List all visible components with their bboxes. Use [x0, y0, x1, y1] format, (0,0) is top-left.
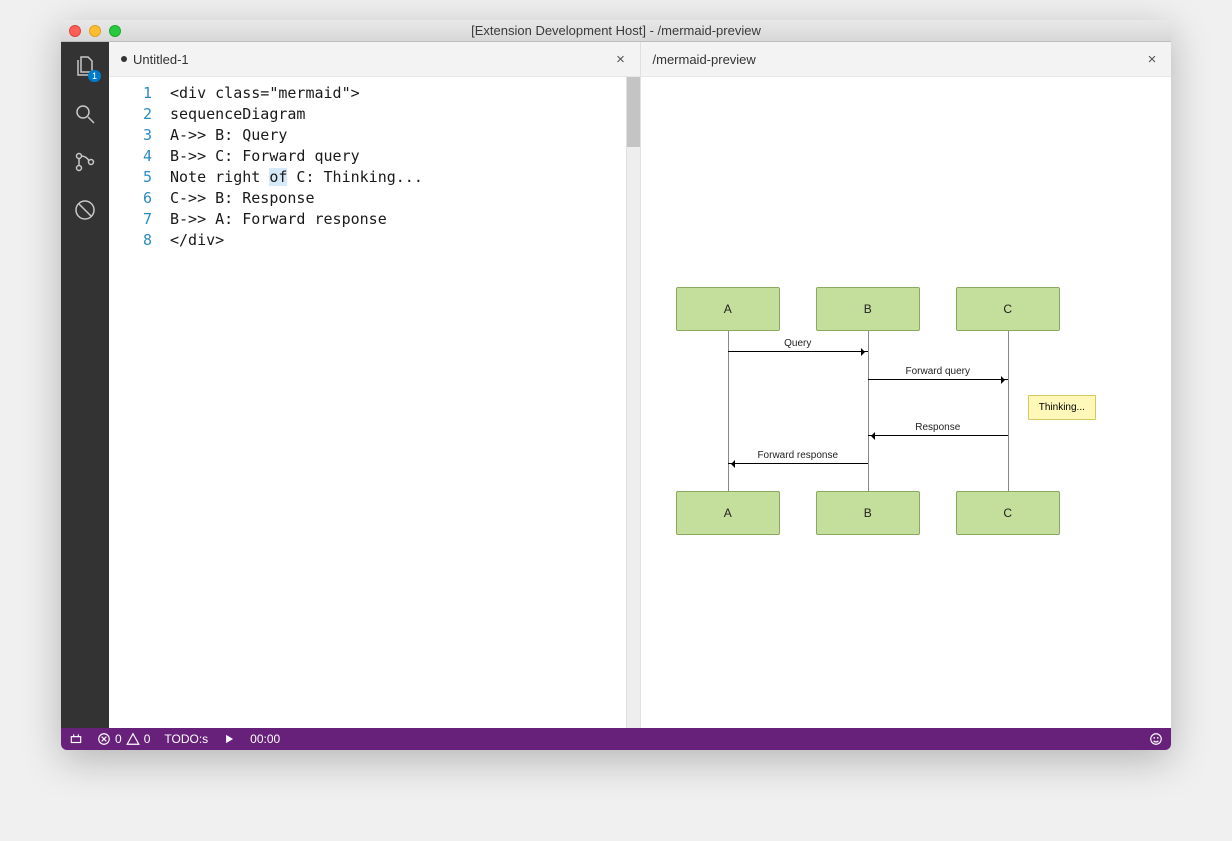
preview-tabs: /mermaid-preview × — [641, 42, 1172, 77]
message-arrow — [728, 463, 868, 464]
actor-box: C — [956, 287, 1060, 331]
actor-box: C — [956, 491, 1060, 535]
editor-pane-left: Untitled-1 × 12345678 <div class="mermai… — [109, 42, 641, 728]
code-editor[interactable]: 12345678 <div class="mermaid">sequenceDi… — [109, 77, 640, 728]
tab-preview[interactable]: /mermaid-preview — [653, 52, 756, 67]
search-icon[interactable] — [71, 100, 99, 128]
message-label: Forward response — [754, 450, 841, 461]
actor-box: B — [816, 491, 920, 535]
feedback-icon[interactable] — [1149, 732, 1163, 746]
timer[interactable]: 00:00 — [250, 732, 280, 746]
mermaid-preview: ABCQueryForward queryThinking...Response… — [641, 77, 1172, 728]
message-label: Response — [912, 422, 963, 433]
debug-icon[interactable] — [71, 196, 99, 224]
tab-untitled[interactable]: Untitled-1 — [121, 52, 189, 67]
line-gutter: 12345678 — [109, 77, 164, 728]
note-box: Thinking... — [1028, 395, 1096, 420]
tab-label-text: Untitled-1 — [133, 52, 189, 67]
app-window: [Extension Development Host] - /mermaid-… — [61, 20, 1171, 750]
message-arrow — [868, 379, 1008, 380]
sequence-diagram: ABCQueryForward queryThinking...Response… — [676, 287, 1136, 545]
status-bar: 0 0 TODO:s 00:00 — [61, 728, 1171, 750]
code-content[interactable]: <div class="mermaid">sequenceDiagramA->>… — [164, 77, 626, 728]
lifeline — [1008, 331, 1009, 491]
dirty-indicator — [121, 56, 127, 62]
scroll-thumb[interactable] — [627, 77, 640, 147]
files-badge: 1 — [88, 70, 101, 82]
editor-pane-right: /mermaid-preview × ABCQueryForward query… — [641, 42, 1172, 728]
play-icon[interactable] — [222, 732, 236, 746]
actor-box: B — [816, 287, 920, 331]
message-arrow — [728, 351, 868, 352]
todo-indicator[interactable]: TODO:s — [164, 732, 208, 746]
overview-ruler[interactable] — [626, 77, 640, 728]
message-label: Forward query — [903, 366, 973, 377]
workbench: 1 Untitled-1 × — [61, 42, 1171, 728]
editor-tabs: Untitled-1 × — [109, 42, 640, 77]
message-arrow — [868, 435, 1008, 436]
errors-count: 0 — [115, 732, 122, 746]
source-control-icon[interactable] — [71, 148, 99, 176]
close-tab-button[interactable]: × — [612, 50, 630, 68]
titlebar[interactable]: [Extension Development Host] - /mermaid-… — [61, 20, 1171, 42]
preview-tab-label: /mermaid-preview — [653, 52, 756, 67]
message-label: Query — [781, 338, 814, 349]
remote-indicator[interactable] — [69, 732, 83, 746]
files-icon[interactable]: 1 — [71, 52, 99, 80]
activity-bar: 1 — [61, 42, 109, 728]
close-preview-button[interactable]: × — [1143, 50, 1161, 68]
editor-area: Untitled-1 × 12345678 <div class="mermai… — [109, 42, 1171, 728]
actor-box: A — [676, 287, 780, 331]
window-title: [Extension Development Host] - /mermaid-… — [61, 23, 1171, 38]
warnings-count: 0 — [144, 732, 151, 746]
actor-box: A — [676, 491, 780, 535]
problems-indicator[interactable]: 0 0 — [97, 732, 150, 746]
